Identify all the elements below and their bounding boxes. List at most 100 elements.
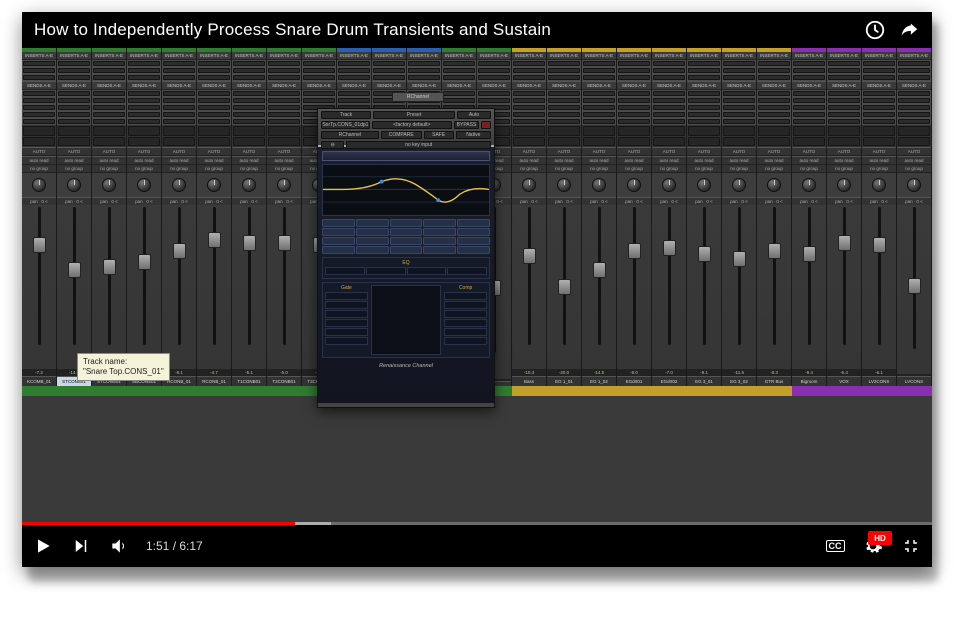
channel-name[interactable]: RCONB_01 <box>197 376 231 386</box>
send-slot[interactable] <box>128 91 160 96</box>
io-section[interactable] <box>92 125 126 147</box>
share-icon[interactable] <box>898 19 920 41</box>
send-slot[interactable] <box>23 119 55 124</box>
pan-knob[interactable] <box>687 173 721 197</box>
insert-slot[interactable] <box>338 75 370 80</box>
channel-fader[interactable] <box>127 205 161 369</box>
send-slot[interactable] <box>443 98 475 103</box>
channel-fader[interactable] <box>267 205 301 369</box>
send-slot[interactable] <box>898 105 930 110</box>
send-slot[interactable] <box>198 119 230 124</box>
auto-label[interactable]: AUTO <box>862 147 896 156</box>
auto-label[interactable]: AUTO <box>267 147 301 156</box>
plugin-eq-band-buttons[interactable] <box>322 219 490 254</box>
send-slot[interactable] <box>618 105 650 110</box>
video-title[interactable]: How to Independently Process Snare Drum … <box>34 20 864 40</box>
insert-slot[interactable] <box>163 68 195 73</box>
channel-name[interactable]: EGdrt01 <box>617 376 651 386</box>
mixer-channel[interactable]: INSERTS A-E SENDS A-E AUTO auto read no … <box>827 48 862 386</box>
io-section[interactable] <box>267 125 301 147</box>
send-slot[interactable] <box>58 112 90 117</box>
mixer-channel[interactable]: INSERTS A-E SENDS A-E AUTO auto read no … <box>617 48 652 386</box>
send-slot[interactable] <box>23 91 55 96</box>
group-label[interactable]: no group <box>22 165 56 173</box>
io-section[interactable] <box>617 125 651 147</box>
send-slot[interactable] <box>723 105 755 110</box>
send-slot[interactable] <box>198 91 230 96</box>
plugin-channel[interactable]: RChannel <box>321 131 379 139</box>
pan-knob[interactable] <box>547 173 581 197</box>
send-slot[interactable] <box>828 119 860 124</box>
auto-mode[interactable]: auto read <box>22 156 56 165</box>
send-slot[interactable] <box>583 105 615 110</box>
insert-slot[interactable] <box>408 68 440 73</box>
send-slot[interactable] <box>828 98 860 103</box>
send-slot[interactable] <box>163 98 195 103</box>
group-label[interactable]: no group <box>57 165 91 173</box>
auto-mode[interactable]: auto read <box>547 156 581 165</box>
next-button[interactable] <box>70 535 92 557</box>
send-slot[interactable] <box>338 91 370 96</box>
insert-slot[interactable] <box>233 68 265 73</box>
channel-fader[interactable] <box>582 205 616 369</box>
send-slot[interactable] <box>198 98 230 103</box>
pan-knob[interactable] <box>197 173 231 197</box>
send-slot[interactable] <box>723 119 755 124</box>
channel-fader[interactable] <box>897 205 931 374</box>
mixer-channel[interactable]: INSERTS A-E SENDS A-E AUTO auto read no … <box>162 48 197 386</box>
channel-fader[interactable] <box>162 205 196 369</box>
send-slot[interactable] <box>653 105 685 110</box>
send-slot[interactable] <box>828 105 860 110</box>
auto-label[interactable]: AUTO <box>827 147 861 156</box>
insert-slot[interactable] <box>93 68 125 73</box>
insert-slot[interactable] <box>478 61 510 66</box>
insert-slot[interactable] <box>163 61 195 66</box>
send-slot[interactable] <box>23 105 55 110</box>
insert-slot[interactable] <box>408 75 440 80</box>
insert-slot[interactable] <box>198 61 230 66</box>
group-label[interactable]: no group <box>127 165 161 173</box>
auto-mode[interactable]: auto read <box>162 156 196 165</box>
send-slot[interactable] <box>583 119 615 124</box>
pan-knob[interactable] <box>827 173 861 197</box>
insert-slot[interactable] <box>793 75 825 80</box>
plugin-key-input[interactable]: no key input <box>346 141 491 149</box>
send-slot[interactable] <box>758 98 790 103</box>
io-section[interactable] <box>162 125 196 147</box>
send-slot[interactable] <box>233 119 265 124</box>
auto-label[interactable]: AUTO <box>232 147 266 156</box>
insert-slot[interactable] <box>583 68 615 73</box>
send-slot[interactable] <box>128 112 160 117</box>
channel-name[interactable]: VOX <box>827 376 861 386</box>
send-slot[interactable] <box>793 105 825 110</box>
pan-knob[interactable] <box>722 173 756 197</box>
send-slot[interactable] <box>23 112 55 117</box>
send-slot[interactable] <box>653 112 685 117</box>
pan-knob[interactable] <box>652 173 686 197</box>
mixer-channel[interactable]: INSERTS A-E SENDS A-E AUTO auto read no … <box>512 48 547 386</box>
send-slot[interactable] <box>793 98 825 103</box>
mixer-channel[interactable]: INSERTS A-E SENDS A-E AUTO auto read no … <box>862 48 897 386</box>
insert-slot[interactable] <box>758 75 790 80</box>
io-section[interactable] <box>792 125 826 147</box>
send-slot[interactable] <box>93 119 125 124</box>
auto-label[interactable]: AUTO <box>162 147 196 156</box>
group-label[interactable]: no group <box>687 165 721 173</box>
send-slot[interactable] <box>303 91 335 96</box>
plugin-preset-name[interactable]: <factory default> <box>372 121 452 129</box>
insert-slot[interactable] <box>198 68 230 73</box>
insert-slot[interactable] <box>268 68 300 73</box>
auto-mode[interactable]: auto read <box>267 156 301 165</box>
insert-slot[interactable] <box>23 75 55 80</box>
send-slot[interactable] <box>58 91 90 96</box>
plugin-compare[interactable]: COMPARE <box>381 131 422 139</box>
send-slot[interactable] <box>688 112 720 117</box>
mixer-channel[interactable]: INSERTS A-E SENDS A-E AUTO auto read no … <box>267 48 302 386</box>
send-slot[interactable] <box>233 105 265 110</box>
send-slot[interactable] <box>58 105 90 110</box>
pan-knob[interactable] <box>57 173 91 197</box>
group-label[interactable]: no group <box>897 165 931 173</box>
insert-slot[interactable] <box>303 68 335 73</box>
insert-slot[interactable] <box>338 68 370 73</box>
insert-slot[interactable] <box>583 75 615 80</box>
